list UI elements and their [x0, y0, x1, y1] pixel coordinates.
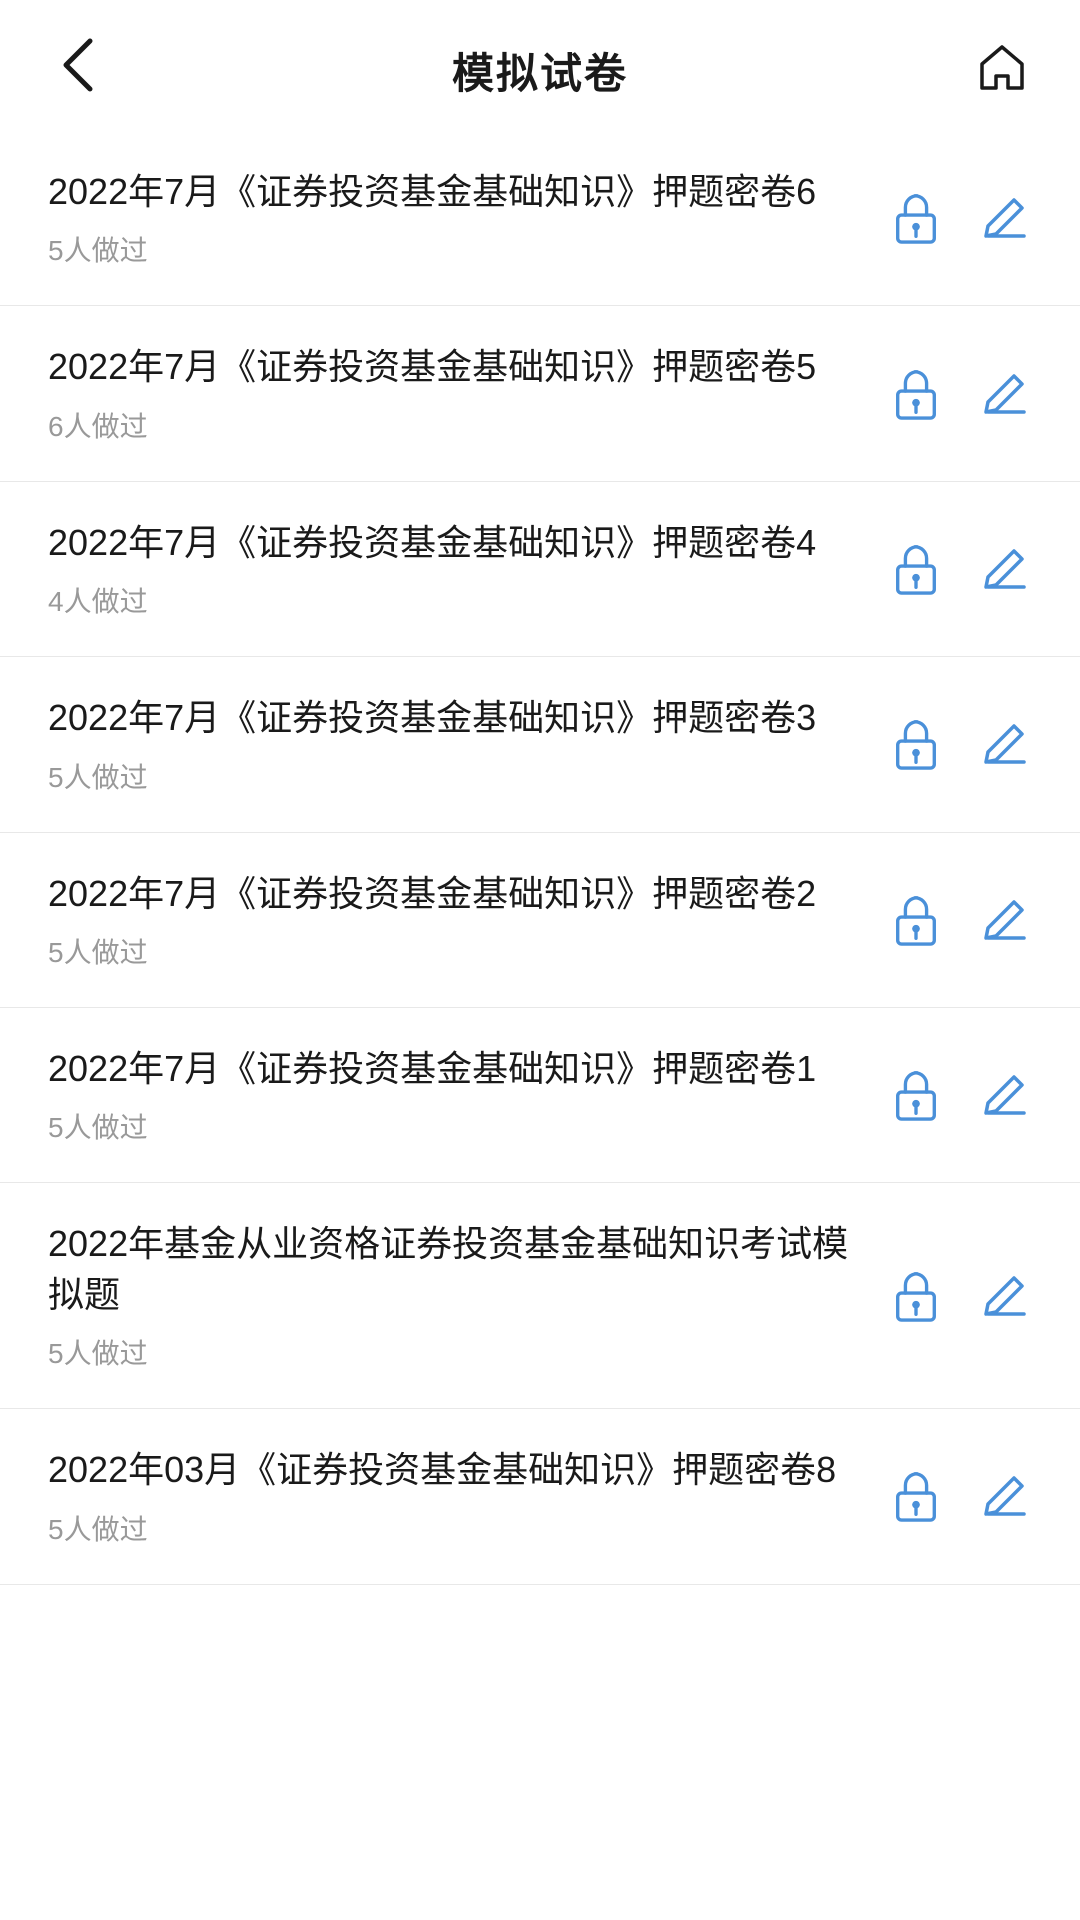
- edit-icon[interactable]: [976, 716, 1032, 772]
- edit-icon[interactable]: [976, 190, 1032, 246]
- item-actions: [888, 541, 1032, 597]
- item-content: 2022年7月《证券投资基金基础知识》押题密卷5 6人做过: [48, 342, 888, 444]
- item-count: 5人做过: [48, 1106, 858, 1146]
- item-content: 2022年7月《证券投资基金基础知识》押题密卷2 5人做过: [48, 869, 888, 971]
- edit-icon[interactable]: [976, 1468, 1032, 1524]
- edit-icon[interactable]: [976, 366, 1032, 422]
- item-content: 2022年7月《证券投资基金基础知识》押题密卷6 5人做过: [48, 167, 888, 269]
- item-content: 2022年7月《证券投资基金基础知识》押题密卷4 4人做过: [48, 518, 888, 620]
- list-item[interactable]: 2022年03月《证券投资基金基础知识》押题密卷8 5人做过: [0, 1409, 1080, 1584]
- item-actions: [888, 716, 1032, 772]
- edit-icon[interactable]: [976, 1268, 1032, 1324]
- item-actions: [888, 1268, 1032, 1324]
- lock-icon[interactable]: [888, 190, 944, 246]
- item-count: 5人做过: [48, 756, 858, 796]
- item-actions: [888, 190, 1032, 246]
- item-title: 2022年7月《证券投资基金基础知识》押题密卷3: [48, 693, 858, 743]
- home-icon: [976, 42, 1028, 99]
- back-button[interactable]: [48, 41, 108, 101]
- edit-icon[interactable]: [976, 541, 1032, 597]
- back-icon: [60, 35, 96, 107]
- edit-icon[interactable]: [976, 1067, 1032, 1123]
- item-title: 2022年7月《证券投资基金基础知识》押题密卷5: [48, 342, 858, 392]
- item-count: 6人做过: [48, 405, 858, 445]
- item-content: 2022年7月《证券投资基金基础知识》押题密卷1 5人做过: [48, 1044, 888, 1146]
- exam-list: 2022年7月《证券投资基金基础知识》押题密卷6 5人做过: [0, 131, 1080, 1585]
- list-item[interactable]: 2022年7月《证券投资基金基础知识》押题密卷3 5人做过: [0, 657, 1080, 832]
- header: 模拟试卷: [0, 0, 1080, 131]
- item-content: 2022年03月《证券投资基金基础知识》押题密卷8 5人做过: [48, 1445, 888, 1547]
- item-count: 5人做过: [48, 229, 858, 269]
- item-actions: [888, 1468, 1032, 1524]
- page-title: 模拟试卷: [452, 40, 628, 101]
- lock-icon[interactable]: [888, 716, 944, 772]
- item-title: 2022年03月《证券投资基金基础知识》押题密卷8: [48, 1445, 858, 1495]
- list-item[interactable]: 2022年7月《证券投资基金基础知识》押题密卷2 5人做过: [0, 833, 1080, 1008]
- item-title: 2022年7月《证券投资基金基础知识》押题密卷6: [48, 167, 858, 217]
- item-count: 5人做过: [48, 931, 858, 971]
- lock-icon[interactable]: [888, 1468, 944, 1524]
- item-count: 4人做过: [48, 580, 858, 620]
- edit-icon[interactable]: [976, 892, 1032, 948]
- lock-icon[interactable]: [888, 541, 944, 597]
- list-item[interactable]: 2022年基金从业资格证券投资基金基础知识考试模拟题 5人做过: [0, 1183, 1080, 1409]
- lock-icon[interactable]: [888, 366, 944, 422]
- item-count: 5人做过: [48, 1508, 858, 1548]
- home-button[interactable]: [972, 41, 1032, 101]
- item-actions: [888, 1067, 1032, 1123]
- item-title: 2022年7月《证券投资基金基础知识》押题密卷2: [48, 869, 858, 919]
- item-title: 2022年7月《证券投资基金基础知识》押题密卷1: [48, 1044, 858, 1094]
- item-content: 2022年基金从业资格证券投资基金基础知识考试模拟题 5人做过: [48, 1219, 888, 1372]
- list-item[interactable]: 2022年7月《证券投资基金基础知识》押题密卷1 5人做过: [0, 1008, 1080, 1183]
- list-item[interactable]: 2022年7月《证券投资基金基础知识》押题密卷6 5人做过: [0, 131, 1080, 306]
- item-content: 2022年7月《证券投资基金基础知识》押题密卷3 5人做过: [48, 693, 888, 795]
- lock-icon[interactable]: [888, 892, 944, 948]
- item-actions: [888, 892, 1032, 948]
- item-title: 2022年7月《证券投资基金基础知识》押题密卷4: [48, 518, 858, 568]
- item-title: 2022年基金从业资格证券投资基金基础知识考试模拟题: [48, 1219, 858, 1320]
- list-item[interactable]: 2022年7月《证券投资基金基础知识》押题密卷4 4人做过: [0, 482, 1080, 657]
- list-item[interactable]: 2022年7月《证券投资基金基础知识》押题密卷5 6人做过: [0, 306, 1080, 481]
- item-actions: [888, 366, 1032, 422]
- lock-icon[interactable]: [888, 1067, 944, 1123]
- item-count: 5人做过: [48, 1332, 858, 1372]
- lock-icon[interactable]: [888, 1268, 944, 1324]
